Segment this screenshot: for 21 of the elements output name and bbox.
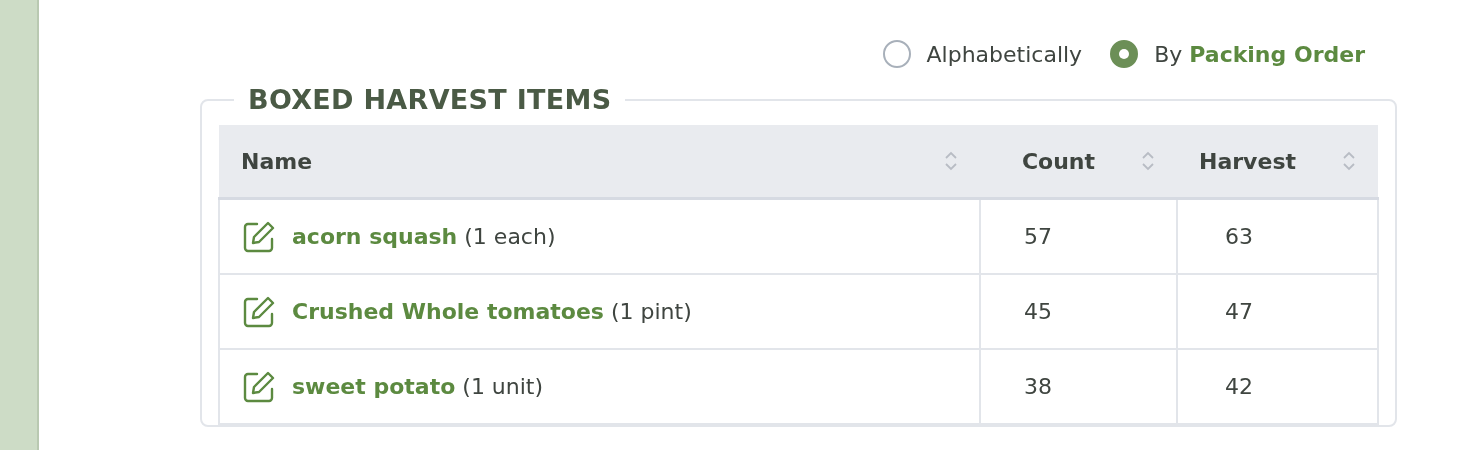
column-header[interactable]: Harvest xyxy=(1177,125,1378,199)
sort-radio[interactable]: Alphabetically xyxy=(880,38,1085,70)
column-header[interactable]: Count xyxy=(980,125,1177,199)
column-header[interactable]: Name xyxy=(219,125,981,199)
table-cell: 57 xyxy=(980,198,1177,274)
edit-icon[interactable] xyxy=(242,369,276,404)
table-cell: 45 xyxy=(980,274,1177,349)
table-cell: 38 xyxy=(980,349,1177,424)
edit-icon[interactable] xyxy=(242,294,276,329)
item-link[interactable]: acorn squash xyxy=(292,224,458,249)
item-link[interactable]: Crushed Whole tomatoes xyxy=(292,299,604,324)
unit-label: (1 each) xyxy=(464,224,556,249)
table-cell: 42 xyxy=(1177,349,1378,424)
table-cell: 47 xyxy=(1177,274,1378,349)
item-link[interactable]: sweet potato xyxy=(292,374,456,399)
unit-label: (1 pint) xyxy=(610,299,692,324)
edit-icon[interactable] xyxy=(242,219,276,254)
table-cell: 63 xyxy=(1177,198,1378,274)
sort-radio[interactable]: By Packing Order xyxy=(1108,38,1367,70)
unit-label: (1 unit) xyxy=(462,374,544,399)
section-title: BOXED HARVEST ITEMS xyxy=(248,84,612,115)
